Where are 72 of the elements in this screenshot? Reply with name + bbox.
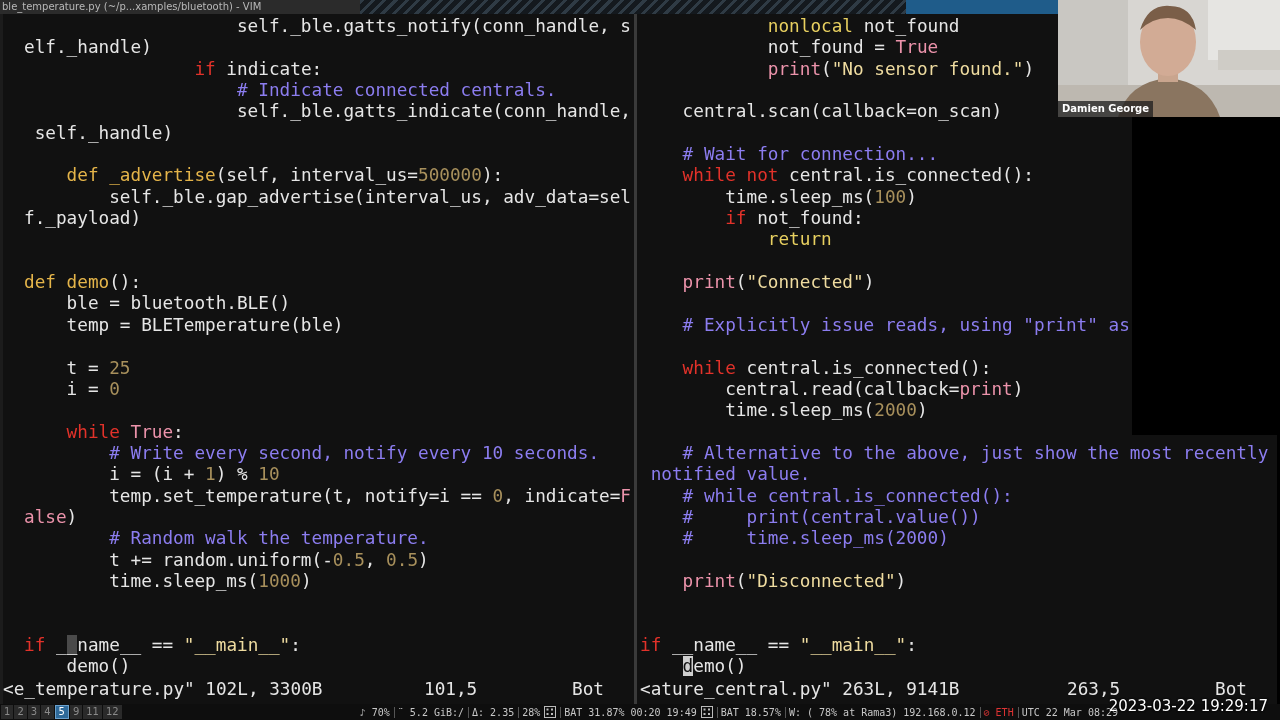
code-line: print("No sensor found.") bbox=[766, 58, 1035, 79]
code-line: print("Connected") bbox=[681, 272, 875, 293]
cursor-position: 263,5 bbox=[1067, 678, 1122, 699]
cursor-position: 101,5 bbox=[424, 678, 479, 700]
code-line: self._ble.gatts_indicate(conn_handle, bbox=[235, 101, 631, 122]
code-line: temp.set_temperature(t, notify=i == 0, indicate=F bbox=[108, 485, 631, 506]
code-line: time.sleep_ms(1000) bbox=[108, 570, 312, 591]
code-line: f._payload) bbox=[24, 208, 142, 229]
code-line: return bbox=[766, 229, 832, 250]
status-item: BAT 31.87% 00:20 19:49 bbox=[560, 706, 697, 718]
code-line: # Wait for connection... bbox=[681, 144, 939, 165]
code-line: # time.sleep_ms(2000) bbox=[681, 528, 949, 549]
code-line: alse) bbox=[24, 506, 78, 527]
code-line: notified value. bbox=[649, 464, 811, 485]
workspace-button[interactable]: 3 bbox=[27, 705, 41, 719]
scroll-position: Bot bbox=[1215, 678, 1248, 699]
code-line: time.sleep_ms(100) bbox=[724, 186, 917, 207]
code-line: print("Disconnected") bbox=[681, 570, 907, 591]
status-item: ¨ 5.2 GiB:/ bbox=[393, 706, 465, 718]
status-item: 28% bbox=[518, 706, 541, 718]
code-line: def demo(): bbox=[24, 272, 142, 293]
status-item: ⊘ ETH bbox=[979, 706, 1014, 718]
code-line: temp = BLETemperature(ble) bbox=[65, 314, 344, 335]
code-line: # Random walk the temperature. bbox=[108, 528, 429, 549]
workspace-button[interactable]: 11 bbox=[83, 705, 102, 719]
code-line: if __name__ == "__main__": bbox=[640, 634, 917, 655]
code-line: central.read(callback=print) bbox=[724, 378, 1024, 399]
status-item: ♪ 70% bbox=[358, 706, 390, 718]
code-line: nonlocal not_found bbox=[766, 16, 960, 36]
code-line: while True: bbox=[65, 421, 184, 442]
workspace-button[interactable]: 5 bbox=[54, 705, 69, 719]
code-line: demo() bbox=[681, 656, 747, 677]
code-line: self._handle) bbox=[33, 122, 174, 143]
code-line: elf._handle) bbox=[24, 37, 152, 58]
workspace-button[interactable]: 4 bbox=[41, 705, 54, 719]
code-line: demo() bbox=[65, 656, 131, 677]
grid-icon bbox=[544, 706, 557, 718]
code-line: # while central.is_connected(): bbox=[681, 485, 1013, 506]
code-line: self._ble.gatts_notify(conn_handle, s bbox=[235, 16, 631, 36]
code-line: while central.is_connected(): bbox=[681, 357, 992, 378]
code-line: # Indicate connected centrals. bbox=[235, 80, 557, 101]
code-line: central.scan(callback=on_scan) bbox=[681, 101, 1003, 122]
code-line: if indicate: bbox=[193, 58, 323, 79]
code-line: i = 0 bbox=[65, 378, 120, 399]
code-line: i = (i + 1) % 10 bbox=[108, 464, 280, 485]
status-item: Δ: 2.35 bbox=[468, 706, 515, 718]
code-line: t = 25 bbox=[65, 357, 131, 378]
window-title: ble_temperature.py (~/p...xamples/bluetooth) - VIM bbox=[0, 0, 360, 14]
workspace-button[interactable]: 9 bbox=[69, 705, 83, 719]
workspace-button[interactable]: 12 bbox=[103, 705, 122, 719]
code-line: # print(central.value()) bbox=[681, 506, 981, 527]
workspace-button[interactable]: 2 bbox=[14, 705, 27, 719]
code-line: t += random.uniform(-0.5, 0.5) bbox=[108, 549, 429, 570]
code-line: time.sleep_ms(2000) bbox=[724, 400, 928, 421]
participant-name: Damien George bbox=[1058, 101, 1153, 117]
scroll-position: Bot bbox=[572, 678, 605, 700]
status-item: BAT 18.57% bbox=[716, 706, 781, 718]
code-line: self._ble.gap_advertise(interval_us, adv_data=sel bbox=[108, 186, 631, 207]
code-line: if __name__ == "__main__": bbox=[24, 634, 301, 655]
grid-icon bbox=[700, 706, 713, 718]
file-info: <ature_central.py" 263L, 9141B bbox=[640, 678, 961, 700]
code-line: not_found = True bbox=[766, 37, 939, 58]
code-line: while not central.is_connected(): bbox=[681, 165, 1034, 186]
code-line: # Write every second, notify every 10 seconds. bbox=[108, 442, 600, 463]
code-line: ble = bluetooth.BLE() bbox=[65, 293, 291, 314]
code-line: # Alternative to the above, just show the most recently bbox=[681, 442, 1269, 463]
code-line: def _advertise(self, interval_us=500000): bbox=[65, 165, 504, 186]
code-line: if not_found: bbox=[724, 208, 864, 229]
file-info: <e_temperature.py" 102L, 3300B bbox=[3, 678, 324, 700]
status-item: W: ( 78% at Rama3) 192.168.0.12 bbox=[784, 706, 976, 718]
code-line: # Explicitly issue reads, using "print" as bbox=[681, 314, 1130, 335]
workspace-button[interactable]: 1 bbox=[1, 705, 14, 719]
